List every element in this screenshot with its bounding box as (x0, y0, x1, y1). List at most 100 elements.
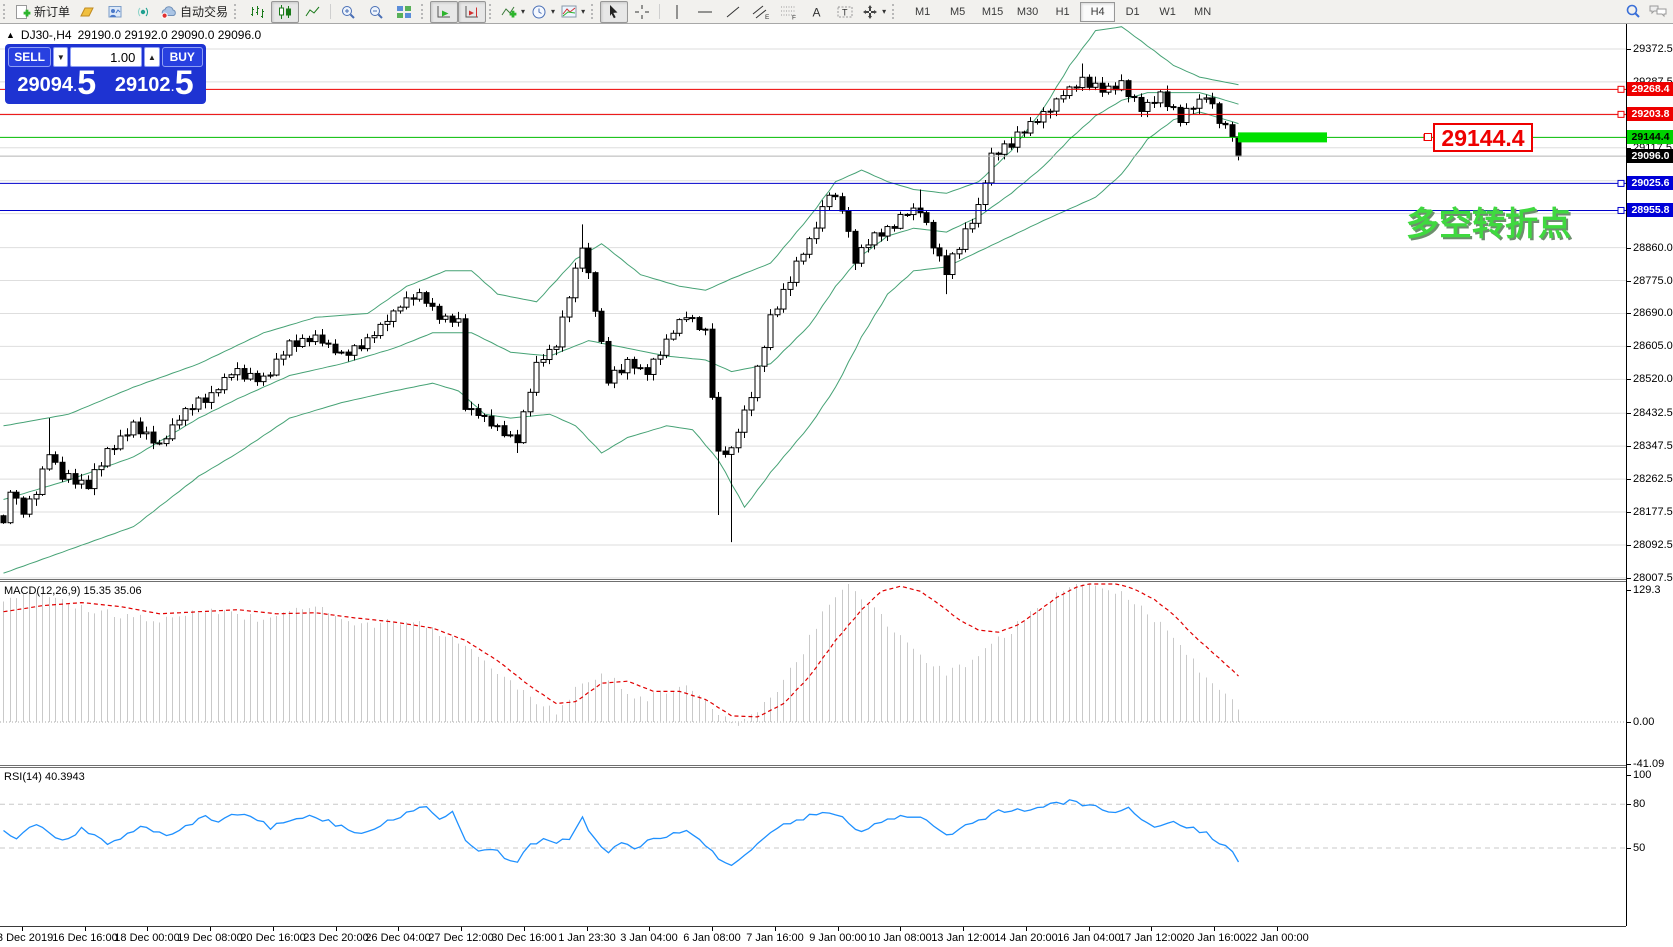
toolbar-grip[interactable] (591, 4, 596, 19)
candle-body (359, 346, 364, 349)
fibonacci-icon: F (780, 4, 798, 20)
candle-body (235, 369, 240, 375)
line-handle[interactable] (1618, 207, 1624, 213)
timeframe-mn-button[interactable]: MN (1185, 2, 1220, 22)
line-handle[interactable] (1618, 180, 1624, 186)
chevron-down-icon[interactable]: ▾ (521, 7, 525, 16)
timeframe-m15-button[interactable]: M15 (975, 2, 1010, 22)
main-chart-canvas[interactable] (0, 24, 1626, 579)
crosshair-button[interactable] (628, 1, 656, 23)
candle-body (430, 303, 435, 306)
candle-body (1028, 122, 1033, 133)
time-tick-mark (273, 927, 274, 931)
candle-body (989, 153, 994, 183)
callout-handle[interactable] (1424, 133, 1432, 141)
timeframe-d1-button[interactable]: D1 (1115, 2, 1150, 22)
toolbar-separator (330, 4, 331, 19)
toolbar-grip[interactable] (892, 4, 897, 19)
zoom-out-button[interactable] (362, 1, 390, 23)
chevron-down-icon[interactable]: ▾ (882, 7, 886, 16)
chat-icon[interactable] (1649, 3, 1667, 19)
arrows-button[interactable]: ▾ (859, 1, 889, 23)
trendline-button[interactable] (719, 1, 747, 23)
periods-button[interactable]: ▾ (528, 1, 558, 23)
vertical-line-button[interactable] (663, 1, 691, 23)
candle-body (495, 426, 500, 427)
candle-body (242, 369, 247, 380)
timeframe-h4-button[interactable]: H4 (1080, 2, 1115, 22)
toolbar-grip[interactable] (3, 4, 8, 19)
candle-body (287, 341, 292, 355)
signals-button[interactable] (129, 1, 157, 23)
zoom-in-button[interactable] (334, 1, 362, 23)
chevron-down-icon[interactable]: ▾ (581, 7, 585, 16)
sell-price[interactable]: 29094.5 (8, 67, 106, 101)
candle-body (502, 426, 507, 436)
candle-body (333, 344, 338, 353)
one-click-trade-panel: SELL ▼ ▲ BUY 29094.5 29102.5 (5, 44, 206, 104)
candle-body (788, 282, 793, 289)
fibonacci-button[interactable]: F (775, 1, 803, 23)
time-axis[interactable]: 13 Dec 201916 Dec 16:0018 Dec 00:0019 De… (0, 926, 1626, 947)
candle-body (443, 316, 448, 319)
search-icon[interactable] (1625, 3, 1641, 19)
line-chart-button[interactable] (299, 1, 327, 23)
toolbar-grip[interactable] (489, 4, 494, 19)
time-tick-label: 6 Jan 08:00 (683, 932, 741, 944)
candle-body (1022, 132, 1027, 133)
candle-body (508, 435, 513, 436)
timeframe-m5-button[interactable]: M5 (940, 2, 975, 22)
candlestick-chart-button[interactable] (271, 1, 299, 23)
horizontal-line-button[interactable] (691, 1, 719, 23)
toolbar-grip[interactable] (234, 4, 239, 19)
charts-button[interactable] (73, 1, 101, 23)
line-handle[interactable] (1618, 86, 1624, 92)
metaeditor-button[interactable] (101, 1, 129, 23)
text-label-button[interactable]: T (831, 1, 859, 23)
tile-windows-button[interactable] (390, 1, 418, 23)
candle-body (66, 474, 71, 480)
candle-body (1048, 111, 1053, 112)
chart-shift-button[interactable] (458, 1, 486, 23)
candle-body (79, 480, 84, 484)
candle-body (404, 298, 409, 307)
new-order-label: 新订单 (34, 3, 70, 20)
bar-chart-button[interactable] (243, 1, 271, 23)
candle-body (794, 261, 799, 282)
collapse-panel-icon[interactable]: ▲ (6, 30, 15, 40)
price-axis[interactable]: 29372.529287.529202.529117.529032.528947… (1626, 24, 1673, 926)
timeframe-h1-button[interactable]: H1 (1045, 2, 1080, 22)
timeframe-m1-button[interactable]: M1 (905, 2, 940, 22)
sell-button[interactable]: SELL (8, 47, 51, 67)
equidistant-channel-button[interactable]: E (747, 1, 775, 23)
cursor-button[interactable] (600, 1, 628, 23)
candle-body (378, 324, 383, 335)
line-handle[interactable] (1618, 111, 1624, 117)
text-button[interactable]: A (803, 1, 831, 23)
chart-annotation-text[interactable]: 多空转折点 (1406, 197, 1571, 245)
timeframe-m30-button[interactable]: M30 (1010, 2, 1045, 22)
candle-body (716, 397, 721, 451)
autotrading-button[interactable]: 自动交易 (157, 1, 231, 23)
timeframe-w1-button[interactable]: W1 (1150, 2, 1185, 22)
buy-price[interactable]: 29102.5 (106, 67, 204, 101)
candle-body (1223, 123, 1228, 124)
auto-scroll-button[interactable] (430, 1, 458, 23)
time-tick-label: 17 Jan 12:00 (1119, 932, 1183, 944)
macd-canvas[interactable] (0, 582, 1626, 765)
price-callout-label[interactable]: 29144.4 (1433, 123, 1533, 152)
volume-up-button[interactable]: ▲ (144, 47, 159, 67)
indicators-button[interactable]: ▾ (498, 1, 528, 23)
candle-body (105, 449, 110, 466)
templates-button[interactable]: ▾ (558, 1, 588, 23)
candle-body (853, 231, 858, 263)
rsi-canvas[interactable] (0, 768, 1626, 926)
toolbar-grip[interactable] (421, 4, 426, 19)
highlight-bar[interactable] (1238, 132, 1327, 142)
chevron-down-icon[interactable]: ▾ (551, 7, 555, 16)
candle-body (547, 349, 552, 359)
new-order-button[interactable]: 新订单 (12, 1, 73, 23)
svg-text:A: A (813, 5, 821, 19)
candle-body (144, 432, 149, 434)
volume-down-button[interactable]: ▼ (53, 47, 68, 67)
